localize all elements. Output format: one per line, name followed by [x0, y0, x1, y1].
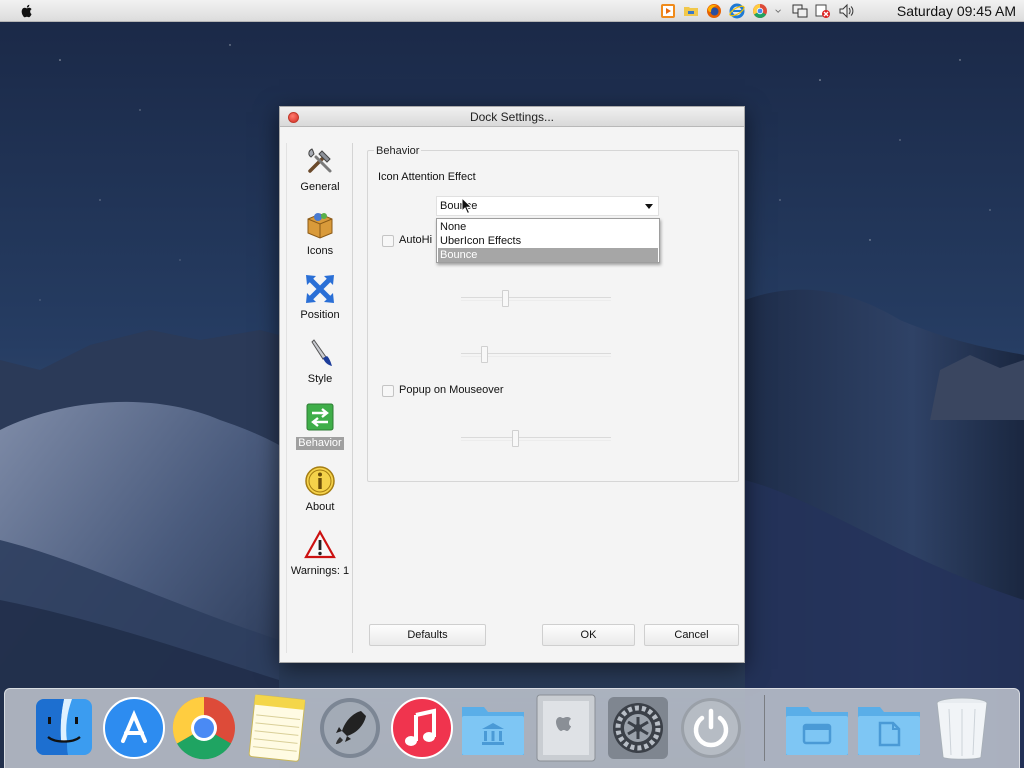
launchpad-icon [320, 698, 380, 758]
slider-thumb [502, 290, 509, 307]
chrome-icon [172, 696, 235, 760]
sidebar-item-label: Warnings: 1 [290, 565, 350, 577]
downloads-folder-icon [858, 707, 920, 755]
dock-item-system-preferences[interactable] [605, 693, 671, 763]
sidebar-item-label: About [305, 501, 335, 513]
cancel-button[interactable]: Cancel [644, 624, 739, 646]
autohide-label: AutoHi [399, 234, 433, 246]
finder-icon [36, 699, 92, 755]
brush-icon [311, 339, 332, 366]
dock-settings-window: Dock Settings... General Icons Position … [279, 106, 745, 663]
warning-icon [304, 529, 336, 559]
sidebar-item-label: Style [307, 373, 333, 385]
slider-thumb [512, 430, 519, 447]
mouse-cursor-icon [461, 197, 473, 215]
popup-delay-slider [461, 437, 611, 441]
sidebar-item-style[interactable]: Style [287, 337, 353, 397]
sidebar-item-about[interactable]: About [287, 465, 353, 525]
dock-item-mac-pro[interactable] [533, 693, 599, 763]
applications-folder-icon [462, 707, 524, 755]
ok-button[interactable]: OK [542, 624, 635, 646]
dock-item-applications[interactable] [460, 693, 526, 763]
network-folder-icon[interactable] [683, 3, 699, 19]
settings-sidebar: General Icons Position Style Behavior Ab… [286, 143, 353, 653]
dock-item-launchpad[interactable] [317, 693, 383, 763]
dock [4, 688, 1020, 768]
sidebar-item-icons[interactable]: Icons [287, 209, 353, 269]
chrome-icon[interactable] [752, 3, 768, 19]
dock-item-app-store[interactable] [101, 693, 167, 763]
clock[interactable]: Saturday 09:45 AM [897, 3, 1016, 19]
dropdown-arrow-icon[interactable] [645, 204, 653, 209]
dock-divider [764, 695, 765, 761]
sidebar-item-position[interactable]: Position [287, 273, 353, 333]
tools-icon [308, 148, 332, 173]
dock-item-notes[interactable] [243, 693, 309, 763]
popup-mouseover-label: Popup on Mouseover [399, 384, 504, 396]
defaults-button[interactable]: Defaults [369, 624, 486, 646]
power-icon [681, 698, 741, 758]
dropdown-option-ubericon[interactable]: UberIcon Effects [438, 234, 658, 248]
sidebar-item-behavior[interactable]: Behavior [287, 401, 353, 461]
sidebar-item-label: Icons [306, 245, 334, 257]
dock-item-finder[interactable] [31, 693, 97, 763]
arrows-icon [306, 275, 334, 303]
dropdown-list: None UberIcon Effects Bounce [436, 218, 660, 263]
network-icon[interactable] [792, 3, 808, 19]
music-icon [391, 697, 453, 759]
group-title: Behavior [374, 145, 422, 157]
dock-item-power[interactable] [678, 693, 744, 763]
autohide-checkbox[interactable] [382, 235, 394, 247]
media-player-icon[interactable] [660, 3, 676, 19]
mac-pro-icon [536, 694, 596, 762]
title-bar[interactable]: Dock Settings... [280, 107, 744, 127]
system-preferences-icon [608, 697, 668, 759]
trash-icon [936, 697, 988, 760]
popup-mouseover-checkbox[interactable] [382, 385, 394, 397]
info-icon [305, 466, 335, 496]
sidebar-item-label: Position [300, 309, 340, 321]
dropdown-option-bounce[interactable]: Bounce [438, 248, 658, 262]
system-tray [660, 3, 854, 19]
security-alert-icon[interactable] [815, 3, 831, 19]
dock-item-documents[interactable] [784, 693, 850, 763]
firefox-icon[interactable] [706, 3, 722, 19]
volume-icon[interactable] [838, 3, 854, 19]
sidebar-item-label: Behavior [296, 437, 344, 450]
swap-arrows-icon [306, 403, 334, 431]
sidebar-item-general[interactable]: General [287, 145, 353, 205]
package-icon [307, 213, 333, 239]
dock-item-trash[interactable] [929, 693, 995, 763]
menu-bar: Saturday 09:45 AM [0, 0, 1024, 22]
app-store-icon [103, 697, 165, 759]
slider-thumb [481, 346, 488, 363]
autohide-delay-slider [461, 297, 611, 301]
sidebar-item-label: General [300, 181, 340, 193]
dropdown-option-none[interactable]: None [438, 220, 658, 234]
apple-icon[interactable] [19, 3, 35, 19]
documents-folder-icon [786, 707, 848, 755]
notes-icon [248, 694, 306, 762]
ie-icon[interactable] [729, 3, 745, 19]
chevron-down-icon[interactable] [775, 3, 785, 19]
icon-attention-label: Icon Attention Effect [378, 171, 476, 183]
dock-item-downloads[interactable] [856, 693, 922, 763]
dock-item-music[interactable] [389, 693, 455, 763]
dock-item-chrome[interactable] [171, 693, 237, 763]
sidebar-item-warnings[interactable]: Warnings: 1 [287, 529, 353, 589]
window-title: Dock Settings... [469, 110, 555, 124]
